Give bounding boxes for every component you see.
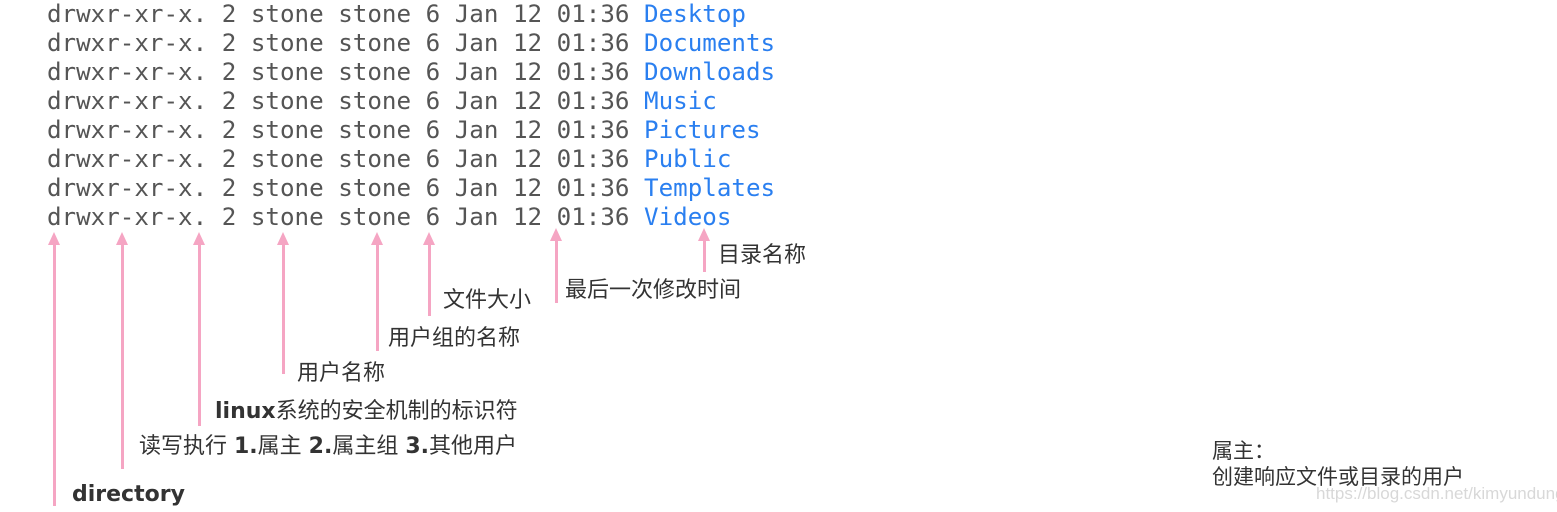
listing-row: drwxr-xr-x. 2 stone stone 6 Jan 12 01:36…: [47, 116, 761, 145]
label-owner: 用户名称: [297, 361, 386, 386]
dir-name: Templates: [644, 174, 776, 202]
note-title: 属主：: [1212, 439, 1275, 463]
label-directory-text: directory: [72, 482, 185, 507]
listing-row: drwxr-xr-x. 2 stone stone 6 Jan 12 01:36…: [47, 145, 731, 174]
listing-row: drwxr-xr-x. 2 stone stone 6 Jan 12 01:36…: [47, 29, 775, 58]
row-attrs: drwxr-xr-x. 2 stone stone 6 Jan 12 01:36: [47, 203, 645, 231]
label-selinux: linux系统的安全机制的标识符: [215, 399, 518, 425]
arrow-permissions: [116, 232, 128, 469]
row-attrs: drwxr-xr-x. 2 stone stone 6 Jan 12 01:36: [47, 87, 645, 115]
label-permissions: 读写执行 1.属主 2.属主组 3.其他用户: [139, 434, 517, 460]
arrow-directory: [48, 232, 60, 506]
dir-name: Documents: [644, 29, 776, 57]
rwx-num: 2.: [308, 434, 333, 459]
label-size: 文件大小: [443, 288, 532, 313]
rwx-num: 1.: [234, 434, 258, 459]
arrow-owner: [277, 232, 289, 374]
row-attrs: drwxr-xr-x. 2 stone stone 6 Jan 12 01:36: [47, 145, 645, 173]
rwx-text: 其他用户: [429, 434, 518, 459]
arrow-mtime: [550, 228, 562, 303]
dir-name: Pictures: [644, 116, 761, 144]
row-attrs: drwxr-xr-x. 2 stone stone 6 Jan 12 01:36: [47, 58, 645, 86]
row-attrs: drwxr-xr-x. 2 stone stone 6 Jan 12 01:36: [47, 174, 645, 202]
row-attrs: drwxr-xr-x. 2 stone stone 6 Jan 12 01:36: [47, 116, 645, 144]
label-mtime: 最后一次修改时间: [565, 278, 742, 303]
arrow-size: [423, 232, 435, 316]
owner-note: 属主： 创建响应文件或目录的用户: [1212, 438, 1464, 490]
arrow-selinux: [193, 232, 205, 426]
rwx-text: 读写执行: [139, 434, 234, 459]
row-attrs: drwxr-xr-x. 2 stone stone 6 Jan 12 01:36: [47, 29, 645, 57]
arrow-group: [371, 232, 383, 351]
listing-row: drwxr-xr-x. 2 stone stone 6 Jan 12 01:36…: [47, 58, 775, 87]
dir-name: Videos: [644, 203, 732, 231]
label-dirname: 目录名称: [718, 243, 807, 268]
label-selinux-text: 系统的安全机制的标识符: [275, 399, 518, 424]
rwx-text: 属主组: [332, 434, 406, 459]
label-group: 用户组的名称: [388, 326, 521, 351]
listing-row: drwxr-xr-x. 2 stone stone 6 Jan 12 01:36…: [47, 203, 731, 232]
dir-name: Music: [644, 87, 717, 115]
rwx-num: 3.: [405, 434, 430, 459]
dir-name: Downloads: [644, 58, 776, 86]
listing-row: drwxr-xr-x. 2 stone stone 6 Jan 12 01:36…: [47, 174, 775, 203]
dir-name: Public: [644, 145, 732, 173]
listing-row: drwxr-xr-x. 2 stone stone 6 Jan 12 01:36…: [47, 87, 717, 116]
row-attrs: drwxr-xr-x. 2 stone stone 6 Jan 12 01:36: [47, 0, 645, 28]
label-selinux-bold: linux: [215, 399, 276, 424]
listing-row: drwxr-xr-x. 2 stone stone 6 Jan 12 01:36…: [47, 0, 746, 29]
arrow-dirname: [698, 228, 710, 272]
label-directory: directory: [72, 482, 185, 508]
watermark: https://blog.csdn.net/kimyundung: [1316, 484, 1557, 503]
dir-name: Desktop: [644, 0, 746, 28]
rwx-text: 属主: [257, 434, 309, 459]
